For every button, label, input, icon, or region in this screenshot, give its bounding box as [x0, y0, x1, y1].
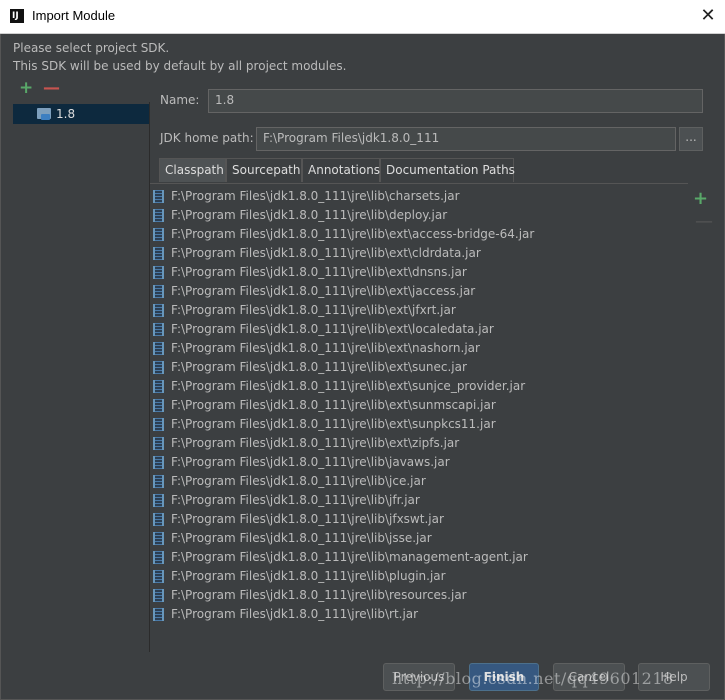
- classpath-entry-label: F:\Program Files\jdk1.8.0_111\jre\lib\ex…: [171, 303, 456, 317]
- jar-icon: [153, 456, 164, 469]
- jar-icon: [153, 589, 164, 602]
- title-bar: IJ Import Module ✕: [0, 0, 725, 34]
- jdk-home-path-field[interactable]: F:\Program Files\jdk1.8.0_111: [256, 127, 676, 151]
- classpath-entry-label: F:\Program Files\jdk1.8.0_111\jre\lib\ex…: [171, 265, 467, 279]
- classpath-row[interactable]: F:\Program Files\jdk1.8.0_111\jre\lib\js…: [152, 529, 682, 548]
- classpath-entry-label: F:\Program Files\jdk1.8.0_111\jre\lib\jf…: [171, 512, 444, 526]
- classpath-row[interactable]: F:\Program Files\jdk1.8.0_111\jre\lib\ja…: [152, 453, 682, 472]
- classpath-entry-label: F:\Program Files\jdk1.8.0_111\jre\lib\de…: [171, 208, 448, 222]
- classpath-entry-label: F:\Program Files\jdk1.8.0_111\jre\lib\ex…: [171, 417, 496, 431]
- classpath-row[interactable]: F:\Program Files\jdk1.8.0_111\jre\lib\ex…: [152, 282, 682, 301]
- remove-classpath-icon: —: [695, 211, 713, 232]
- classpath-row[interactable]: F:\Program Files\jdk1.8.0_111\jre\lib\pl…: [152, 567, 682, 586]
- jar-icon: [153, 551, 164, 564]
- classpath-entry-label: F:\Program Files\jdk1.8.0_111\jre\lib\ex…: [171, 246, 481, 260]
- jar-icon: [153, 380, 164, 393]
- intellij-logo-icon: IJ: [10, 9, 24, 23]
- jar-icon: [153, 475, 164, 488]
- sdk-message-line-2: This SDK will be used by default by all …: [13, 59, 347, 73]
- jar-icon: [153, 532, 164, 545]
- classpath-entry-label: F:\Program Files\jdk1.8.0_111\jre\lib\ja…: [171, 455, 450, 469]
- classpath-entry-label: F:\Program Files\jdk1.8.0_111\jre\lib\jf…: [171, 493, 420, 507]
- name-label: Name:: [160, 93, 200, 107]
- watermark: http://blog.csdn.net/qq49601218: [392, 669, 674, 688]
- tab-annotations[interactable]: Annotations: [302, 158, 380, 182]
- classpath-entry-label: F:\Program Files\jdk1.8.0_111\jre\lib\ma…: [171, 550, 528, 564]
- jar-icon: [153, 418, 164, 431]
- classpath-entry-label: F:\Program Files\jdk1.8.0_111\jre\lib\ex…: [171, 379, 526, 393]
- jdk-home-path-label: JDK home path:: [160, 131, 254, 145]
- classpath-row[interactable]: F:\Program Files\jdk1.8.0_111\jre\lib\ex…: [152, 301, 682, 320]
- classpath-row[interactable]: F:\Program Files\jdk1.8.0_111\jre\lib\jc…: [152, 472, 682, 491]
- classpath-entry-label: F:\Program Files\jdk1.8.0_111\jre\lib\rt…: [171, 607, 419, 621]
- classpath-row[interactable]: F:\Program Files\jdk1.8.0_111\jre\lib\jf…: [152, 491, 682, 510]
- jar-icon: [153, 399, 164, 412]
- jar-icon: [153, 228, 164, 241]
- classpath-row[interactable]: F:\Program Files\jdk1.8.0_111\jre\lib\ex…: [152, 320, 682, 339]
- classpath-row[interactable]: F:\Program Files\jdk1.8.0_111\jre\lib\ex…: [152, 396, 682, 415]
- name-field[interactable]: 1.8: [208, 89, 703, 113]
- classpath-entry-label: F:\Program Files\jdk1.8.0_111\jre\lib\ch…: [171, 189, 460, 203]
- sdk-item-label: 1.8: [56, 107, 76, 121]
- classpath-row[interactable]: F:\Program Files\jdk1.8.0_111\jre\lib\ex…: [152, 434, 682, 453]
- jar-icon: [153, 323, 164, 336]
- classpath-entry-label: F:\Program Files\jdk1.8.0_111\jre\lib\ex…: [171, 436, 460, 450]
- classpath-entry-label: F:\Program Files\jdk1.8.0_111\jre\lib\js…: [171, 531, 432, 545]
- classpath-row[interactable]: F:\Program Files\jdk1.8.0_111\jre\lib\de…: [152, 206, 682, 225]
- classpath-entry-label: F:\Program Files\jdk1.8.0_111\jre\lib\ex…: [171, 322, 494, 336]
- classpath-entry-label: F:\Program Files\jdk1.8.0_111\jre\lib\pl…: [171, 569, 446, 583]
- add-sdk-icon[interactable]: +: [19, 80, 33, 97]
- jar-icon: [153, 494, 164, 507]
- jar-icon: [153, 513, 164, 526]
- classpath-row[interactable]: F:\Program Files\jdk1.8.0_111\jre\lib\jf…: [152, 510, 682, 529]
- classpath-entry-label: F:\Program Files\jdk1.8.0_111\jre\lib\ex…: [171, 227, 535, 241]
- browse-button[interactable]: ...: [679, 127, 703, 151]
- jar-icon: [153, 247, 164, 260]
- sdk-list-item[interactable]: 1.8: [13, 104, 149, 124]
- sdk-list: 1.8: [11, 102, 150, 652]
- classpath-row[interactable]: F:\Program Files\jdk1.8.0_111\jre\lib\ch…: [152, 187, 682, 206]
- jar-icon: [153, 608, 164, 621]
- sdk-folder-icon: [37, 108, 51, 120]
- jar-icon: [153, 437, 164, 450]
- window-title: Import Module: [32, 8, 116, 23]
- add-classpath-icon[interactable]: +: [693, 188, 708, 209]
- jar-icon: [153, 342, 164, 355]
- classpath-row[interactable]: F:\Program Files\jdk1.8.0_111\jre\lib\ex…: [152, 225, 682, 244]
- classpath-entry-label: F:\Program Files\jdk1.8.0_111\jre\lib\re…: [171, 588, 467, 602]
- classpath-list: F:\Program Files\jdk1.8.0_111\jre\lib\ch…: [150, 183, 688, 653]
- tab-documentation-paths[interactable]: Documentation Paths: [380, 158, 515, 182]
- classpath-entry-label: F:\Program Files\jdk1.8.0_111\jre\lib\ex…: [171, 284, 476, 298]
- classpath-row[interactable]: F:\Program Files\jdk1.8.0_111\jre\lib\ma…: [152, 548, 682, 567]
- classpath-row[interactable]: F:\Program Files\jdk1.8.0_111\jre\lib\re…: [152, 586, 682, 605]
- close-icon[interactable]: ✕: [691, 0, 725, 34]
- classpath-entry-label: F:\Program Files\jdk1.8.0_111\jre\lib\ex…: [171, 360, 467, 374]
- tab-sourcepath[interactable]: Sourcepath: [226, 158, 302, 182]
- classpath-row[interactable]: F:\Program Files\jdk1.8.0_111\jre\lib\ex…: [152, 244, 682, 263]
- classpath-row[interactable]: F:\Program Files\jdk1.8.0_111\jre\lib\ex…: [152, 358, 682, 377]
- jar-icon: [153, 304, 164, 317]
- jar-icon: [153, 285, 164, 298]
- classpath-row[interactable]: F:\Program Files\jdk1.8.0_111\jre\lib\ex…: [152, 415, 682, 434]
- classpath-entry-label: F:\Program Files\jdk1.8.0_111\jre\lib\ex…: [171, 398, 496, 412]
- jar-icon: [153, 570, 164, 583]
- sdk-message-line-1: Please select project SDK.: [13, 41, 170, 55]
- classpath-row[interactable]: F:\Program Files\jdk1.8.0_111\jre\lib\ex…: [152, 263, 682, 282]
- classpath-entry-label: F:\Program Files\jdk1.8.0_111\jre\lib\ex…: [171, 341, 480, 355]
- classpath-entry-label: F:\Program Files\jdk1.8.0_111\jre\lib\jc…: [171, 474, 426, 488]
- classpath-row[interactable]: F:\Program Files\jdk1.8.0_111\jre\lib\ex…: [152, 377, 682, 396]
- classpath-row[interactable]: F:\Program Files\jdk1.8.0_111\jre\lib\ex…: [152, 339, 682, 358]
- jar-icon: [153, 361, 164, 374]
- jar-icon: [153, 190, 164, 203]
- classpath-row[interactable]: F:\Program Files\jdk1.8.0_111\jre\lib\rt…: [152, 605, 682, 624]
- jar-icon: [153, 266, 164, 279]
- remove-sdk-icon[interactable]: —: [43, 80, 60, 97]
- tab-classpath[interactable]: Classpath: [159, 158, 226, 182]
- jar-icon: [153, 209, 164, 222]
